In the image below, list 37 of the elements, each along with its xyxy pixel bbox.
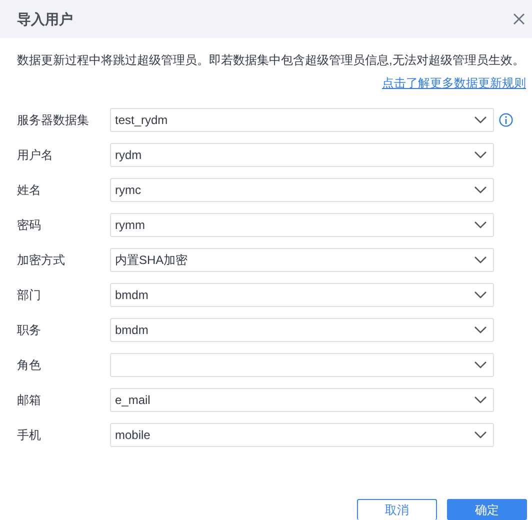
- chevron-down-icon: [474, 361, 487, 369]
- select-field[interactable]: e_mail: [110, 388, 494, 412]
- select-field[interactable]: rymm: [110, 213, 494, 237]
- select-field[interactable]: 内置SHA加密: [110, 248, 494, 272]
- chevron-down-icon: [474, 256, 487, 264]
- field-label: 部门: [16, 287, 42, 304]
- chevron-down-icon: [474, 221, 487, 229]
- field-label: 邮箱: [16, 392, 42, 409]
- window-title: 导入用户: [17, 10, 73, 28]
- notice-text: 数据更新过程中将跳过超级管理员。即若数据集中包含超级管理员信息,无法对超级管理员生效。: [17, 52, 515, 69]
- select-field[interactable]: rydm: [110, 143, 494, 167]
- field-label: 角色: [16, 357, 42, 374]
- chevron-down-icon: [474, 186, 487, 194]
- chevron-down-icon: [474, 396, 487, 404]
- select-field[interactable]: bmdm: [110, 318, 494, 342]
- field-label: 加密方式: [16, 252, 66, 269]
- field-label: 姓名: [16, 182, 42, 199]
- chevron-down-icon: [474, 326, 487, 334]
- select-field[interactable]: bmdm: [110, 283, 494, 307]
- field-label: 职务: [16, 322, 42, 339]
- dialog-button[interactable]: 取消: [357, 499, 437, 520]
- select-field[interactable]: rymc: [110, 178, 494, 202]
- chevron-down-icon: [474, 116, 487, 124]
- close-icon[interactable]: [512, 12, 526, 26]
- help-link[interactable]: 点击了解更多数据更新规则: [382, 74, 526, 92]
- field-label: 密码: [16, 217, 42, 234]
- field-label: 手机: [16, 427, 42, 444]
- field-label: 用户名: [16, 147, 54, 164]
- info-icon[interactable]: [499, 113, 513, 127]
- dialog-button[interactable]: 确定: [447, 499, 527, 520]
- field-label: 服务器数据集: [16, 112, 90, 129]
- chevron-down-icon: [474, 151, 487, 159]
- chevron-down-icon: [474, 431, 487, 439]
- select-field[interactable]: mobile: [110, 423, 494, 447]
- select-field[interactable]: [110, 353, 494, 377]
- select-field[interactable]: test_rydm: [110, 108, 494, 132]
- chevron-down-icon: [474, 291, 487, 299]
